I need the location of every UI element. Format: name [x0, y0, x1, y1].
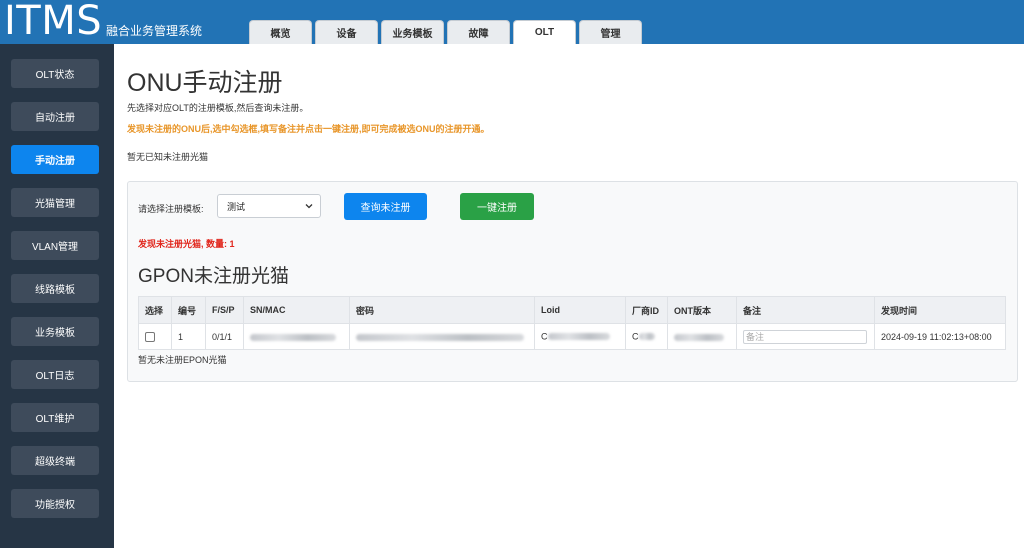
col-header-sn-mac: SN/MAC — [243, 296, 350, 324]
page-title: ONU手动注册 — [127, 69, 283, 97]
register-panel: 请选择注册模板: 测试 查询未注册 一键注册 发现未注册光猫, 数量: 1 GP… — [127, 181, 1018, 382]
one-click-register-button[interactable]: 一键注册 — [460, 193, 534, 220]
row-checkbox[interactable] — [145, 331, 155, 342]
col-header-select: 选择 — [138, 296, 172, 324]
tab-faults[interactable]: 故障 — [447, 20, 510, 44]
tab-admin[interactable]: 管理 — [579, 20, 642, 44]
tab-service-templates[interactable]: 业务模板 — [381, 20, 444, 44]
loid-prefix: C — [541, 331, 548, 342]
no-epon-unregistered-text: 暂无未注册EPON光猫 — [138, 355, 227, 365]
sidebar-item-olt-log[interactable]: OLT日志 — [11, 360, 99, 389]
redacted-loid — [547, 333, 610, 341]
sidebar-item-onu-management[interactable]: 光猫管理 — [11, 188, 99, 217]
top-tabs: 概览 设备 业务模板 故障 OLT 管理 — [249, 20, 645, 44]
template-select[interactable]: 测试 — [217, 194, 321, 218]
row-loid: C — [534, 323, 626, 350]
app-subtitle: 融合业务管理系统 — [106, 24, 203, 38]
gpon-section-title: GPON未注册光猫 — [138, 266, 289, 287]
sidebar-item-auto-register[interactable]: 自动注册 — [11, 102, 99, 131]
sidebar-item-olt-maintenance[interactable]: OLT维护 — [11, 403, 99, 432]
sidebar-item-manual-register[interactable]: 手动注册 — [11, 145, 99, 174]
col-header-ont-version: ONT版本 — [667, 296, 737, 324]
main-content: ONU手动注册 先选择对应OLT的注册模板,然后查询未注册。 发现未注册的ONU… — [114, 44, 1024, 548]
intro-text: 先选择对应OLT的注册模板,然后查询未注册。 — [127, 103, 309, 113]
row-index: 1 — [171, 323, 206, 350]
template-select-value: 测试 — [227, 201, 246, 212]
template-select-label: 请选择注册模板: — [138, 204, 204, 214]
found-count-text: 发现未注册光猫, 数量: 1 — [138, 239, 235, 249]
sidebar-item-service-templates[interactable]: 业务模板 — [11, 317, 99, 346]
note-input[interactable]: 备注 — [743, 329, 867, 344]
col-header-loid: Loid — [534, 296, 626, 324]
col-header-note: 备注 — [736, 296, 875, 324]
row-password — [349, 323, 535, 350]
col-header-password: 密码 — [349, 296, 535, 324]
gpon-unregistered-table: 选择 编号 F/S/P SN/MAC 密码 Loid 厂商ID ONT版本 备注… — [138, 296, 1006, 350]
row-select-cell — [138, 323, 172, 350]
col-header-index: 编号 — [171, 296, 206, 324]
redacted-ont-version — [674, 333, 724, 341]
table-row: 1 0/1/1 C C 备注 2024-09-19 11:02:13+08:00 — [138, 323, 1006, 350]
app-logo: ITMS — [4, 0, 103, 44]
redacted-password — [356, 333, 524, 341]
warning-text: 发现未注册的ONU后,选中勾选框,填写备注并点击一键注册,即可完成被选ONU的注… — [127, 124, 490, 134]
sidebar-item-super-terminal[interactable]: 超级终端 — [11, 446, 99, 475]
row-ont-version — [667, 323, 737, 350]
row-sn-mac — [243, 323, 350, 350]
col-header-vendor-id: 厂商ID — [625, 296, 668, 324]
sidebar-item-line-templates[interactable]: 线路模板 — [11, 274, 99, 303]
redacted-vendor — [638, 333, 655, 341]
tab-overview[interactable]: 概览 — [249, 20, 312, 44]
sidebar-item-olt-status[interactable]: OLT状态 — [11, 59, 99, 88]
sidebar-item-feature-license[interactable]: 功能授权 — [11, 489, 99, 518]
sidebar-item-vlan-management[interactable]: VLAN管理 — [11, 231, 99, 260]
no-known-unregistered-text: 暂无已知未注册光猫 — [127, 152, 209, 162]
chevron-down-icon — [305, 204, 313, 209]
tab-devices[interactable]: 设备 — [315, 20, 378, 44]
top-header: ITMS 融合业务管理系统 概览 设备 业务模板 故障 OLT 管理 — [0, 0, 1024, 44]
row-note-cell: 备注 — [736, 323, 875, 350]
query-unregistered-button[interactable]: 查询未注册 — [344, 193, 427, 220]
col-header-discovered-time: 发现时间 — [874, 296, 1006, 324]
vendor-prefix: C — [632, 331, 639, 342]
row-discovered-time: 2024-09-19 11:02:13+08:00 — [874, 323, 1006, 350]
col-header-fsp: F/S/P — [205, 296, 244, 324]
tab-olt[interactable]: OLT — [513, 20, 576, 44]
redacted-sn-mac — [250, 333, 336, 341]
sidebar: OLT状态 自动注册 手动注册 光猫管理 VLAN管理 线路模板 业务模板 OL… — [0, 44, 114, 548]
row-fsp: 0/1/1 — [205, 323, 244, 350]
row-vendor-id: C — [625, 323, 668, 350]
table-header-row: 选择 编号 F/S/P SN/MAC 密码 Loid 厂商ID ONT版本 备注… — [138, 296, 1006, 324]
